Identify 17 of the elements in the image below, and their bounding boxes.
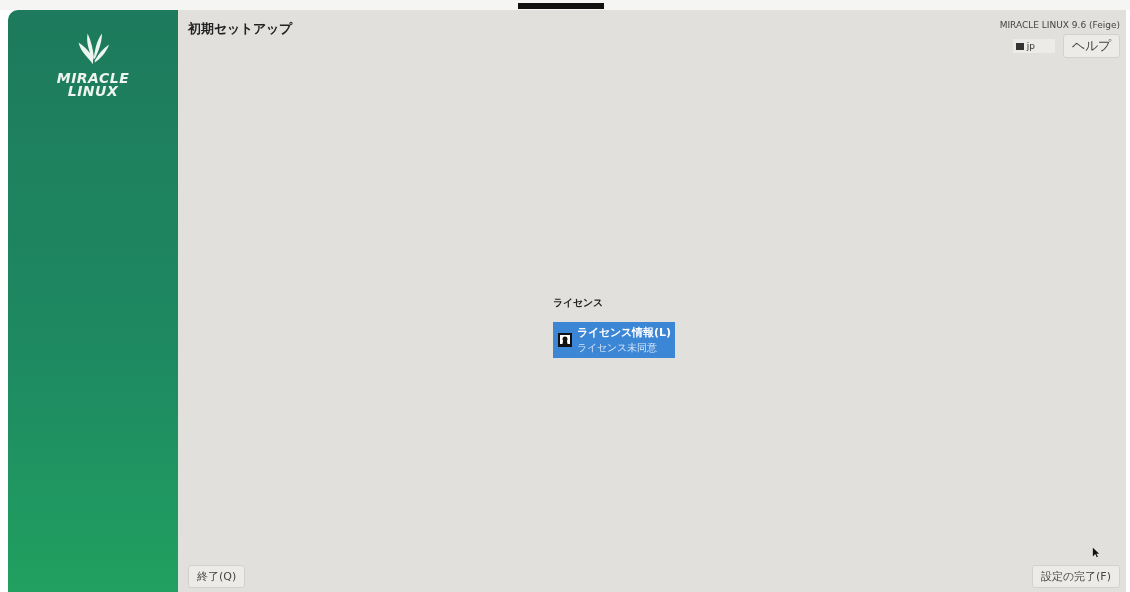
pull-down-handle[interactable] bbox=[518, 3, 604, 9]
quit-button[interactable]: 終了(Q) bbox=[188, 565, 246, 588]
license-spoke[interactable]: ライセンス情報(L) ライセンス未同意 bbox=[552, 321, 676, 358]
keyboard-icon bbox=[1015, 42, 1024, 50]
product-name: MIRACLE LINUX 9.6 (Feige) bbox=[999, 20, 1120, 30]
license-icon bbox=[556, 331, 573, 348]
help-button[interactable]: ヘルプ bbox=[1063, 34, 1120, 58]
logo-text: MIRACLE bbox=[56, 72, 130, 85]
logo-text: LINUX bbox=[67, 85, 119, 98]
spoke-title: ライセンス情報(L) bbox=[576, 324, 672, 340]
page-title: 初期セットアップ bbox=[188, 20, 292, 38]
mouse-cursor-icon bbox=[1092, 547, 1100, 558]
finish-configuration-button[interactable]: 設定の完了(F) bbox=[1032, 565, 1120, 588]
category-title: ライセンス bbox=[552, 295, 604, 310]
spoke-status: ライセンス未同意 bbox=[576, 340, 658, 355]
keyboard-layout-indicator[interactable]: jp bbox=[1012, 39, 1055, 53]
keyboard-layout-label: jp bbox=[1026, 41, 1035, 51]
